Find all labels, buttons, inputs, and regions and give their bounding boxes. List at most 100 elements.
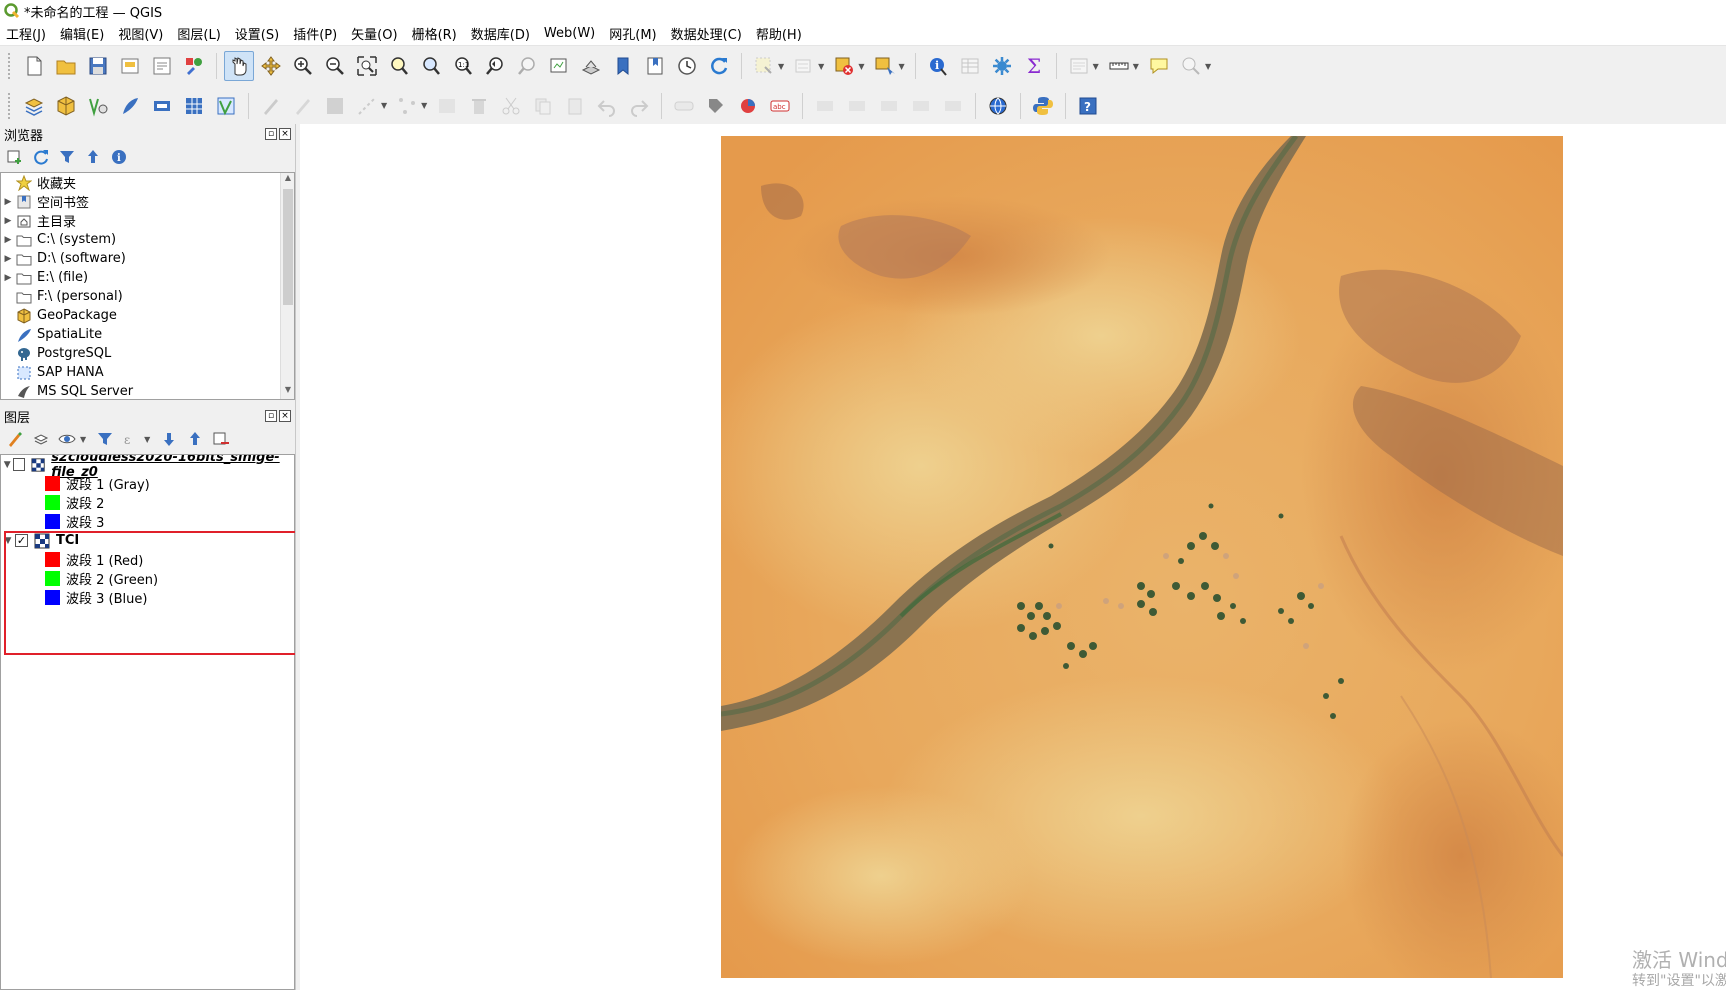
new-geopackage-layer-button[interactable] xyxy=(51,91,81,121)
browser-item-mssql[interactable]: MS SQL Server xyxy=(1,382,294,399)
label-toolbar-button[interactable] xyxy=(669,91,699,121)
open-attribute-table-button[interactable] xyxy=(955,51,985,81)
identify-features-button[interactable]: i xyxy=(923,51,953,81)
menu-layer[interactable]: 图层(L) xyxy=(177,24,220,43)
float-panel-button[interactable]: ▫ xyxy=(265,410,277,422)
expand-arrow-icon[interactable]: ▶ xyxy=(1,197,15,207)
expand-all-icon[interactable] xyxy=(158,428,180,450)
zoom-to-layer-button[interactable] xyxy=(416,51,446,81)
menu-vector[interactable]: 矢量(O) xyxy=(351,24,397,43)
zoom-out-button[interactable] xyxy=(320,51,350,81)
layer-labeling-options-button[interactable] xyxy=(701,91,731,121)
collapse-arrow-icon[interactable]: ▼ xyxy=(1,536,15,546)
browser-item-favorites[interactable]: 收藏夹 xyxy=(1,173,294,192)
change-label-button[interactable] xyxy=(938,91,968,121)
refresh-icon[interactable] xyxy=(30,146,52,168)
browser-scrollbar[interactable]: ▲ ▼ xyxy=(280,173,294,399)
layout-manager-button[interactable] xyxy=(147,51,177,81)
layer-visibility-checkbox[interactable] xyxy=(13,458,26,471)
add-vector-layer-button[interactable] xyxy=(211,91,241,121)
locator-search-button[interactable] xyxy=(1176,51,1206,81)
expand-arrow-icon[interactable]: ▶ xyxy=(1,235,15,245)
collapse-all-icon[interactable] xyxy=(184,428,206,450)
browser-item-postgresql[interactable]: PostgreSQL xyxy=(1,344,294,363)
expand-arrow-icon[interactable]: ▶ xyxy=(1,216,15,226)
new-shapefile-layer-button[interactable] xyxy=(83,91,113,121)
statistical-summary-button[interactable]: Σ xyxy=(1019,51,1049,81)
python-console-button[interactable] xyxy=(1028,91,1058,121)
browser-item-bookmarks[interactable]: ▶ 空间书签 xyxy=(1,192,294,211)
layer-visibility-checkbox[interactable]: ✓ xyxy=(15,534,28,547)
toolbar-grip[interactable] xyxy=(8,53,12,79)
refresh-button[interactable] xyxy=(704,51,734,81)
zoom-full-button[interactable] xyxy=(352,51,382,81)
select-location-button[interactable] xyxy=(869,51,899,81)
add-raster-layer-button[interactable] xyxy=(179,91,209,121)
layer-diagram-options-button[interactable] xyxy=(733,91,763,121)
select-by-value-button[interactable] xyxy=(789,51,819,81)
collapse-arrow-icon[interactable]: ▼ xyxy=(1,460,13,470)
pan-map-button[interactable] xyxy=(224,51,254,81)
save-edits-button[interactable] xyxy=(320,91,350,121)
layer-row-tci[interactable]: ▼ ✓ TCI xyxy=(1,531,294,550)
map-tips-button[interactable] xyxy=(1144,51,1174,81)
help-button[interactable]: ? xyxy=(1073,91,1103,121)
digitize-button[interactable] xyxy=(352,91,382,121)
menu-help[interactable]: 帮助(H) xyxy=(756,24,802,43)
menu-plugins[interactable]: 插件(P) xyxy=(293,24,337,43)
new-spatialite-layer-button[interactable] xyxy=(115,91,145,121)
pin-labels-button[interactable] xyxy=(810,91,840,121)
zoom-in-button[interactable] xyxy=(288,51,318,81)
menu-settings[interactable]: 设置(S) xyxy=(235,24,279,43)
zoom-next-button[interactable] xyxy=(512,51,542,81)
layer-styling-icon[interactable] xyxy=(4,428,26,450)
expand-arrow-icon[interactable]: ▶ xyxy=(1,254,15,264)
remove-layer-icon[interactable] xyxy=(210,428,232,450)
paste-features-button[interactable] xyxy=(560,91,590,121)
data-source-manager-button[interactable] xyxy=(19,91,49,121)
close-panel-button[interactable]: × xyxy=(279,128,291,140)
save-project-button[interactable] xyxy=(83,51,113,81)
copy-features-button[interactable] xyxy=(528,91,558,121)
zoom-last-button[interactable] xyxy=(480,51,510,81)
undo-button[interactable] xyxy=(592,91,622,121)
browser-item-d-drive[interactable]: ▶ D:\ (software) xyxy=(1,249,294,268)
map-canvas[interactable] xyxy=(300,124,1726,990)
highlight-pinned-labels-button[interactable]: abc xyxy=(765,91,795,121)
menu-view[interactable]: 视图(V) xyxy=(118,24,163,43)
move-label-button[interactable] xyxy=(874,91,904,121)
browser-item-c-drive[interactable]: ▶ C:\ (system) xyxy=(1,230,294,249)
collapse-all-icon[interactable] xyxy=(82,146,104,168)
expand-arrow-icon[interactable]: ▶ xyxy=(1,273,15,283)
close-panel-button[interactable]: × xyxy=(279,410,291,422)
zoom-to-selection-button[interactable] xyxy=(384,51,414,81)
current-edits-button[interactable] xyxy=(256,91,286,121)
show-bookmarks-button[interactable] xyxy=(640,51,670,81)
menu-project[interactable]: 工程(J) xyxy=(6,24,46,43)
browser-item-spatialite[interactable]: SpatiaLite xyxy=(1,325,294,344)
vertex-tool-button[interactable] xyxy=(392,91,422,121)
delete-selected-button[interactable] xyxy=(464,91,494,121)
menu-raster[interactable]: 栅格(R) xyxy=(412,24,457,43)
rotate-label-button[interactable] xyxy=(906,91,936,121)
menu-database[interactable]: 数据库(D) xyxy=(471,24,530,43)
new-map-view-button[interactable] xyxy=(544,51,574,81)
browser-item-home[interactable]: ▶ 主目录 xyxy=(1,211,294,230)
measure-line-button[interactable] xyxy=(1104,51,1134,81)
deselect-features-button[interactable] xyxy=(829,51,859,81)
layer-row-s2cloudless[interactable]: ▼ s2cloudless2020-16bits_sinlge-file_z0 xyxy=(1,455,294,480)
processing-toolbox-button[interactable] xyxy=(987,51,1017,81)
open-project-button[interactable] xyxy=(51,51,81,81)
menu-web[interactable]: Web(W) xyxy=(544,26,595,41)
scroll-up-icon[interactable]: ▲ xyxy=(281,173,294,187)
browser-item-f-drive[interactable]: F:\ (personal) xyxy=(1,287,294,306)
filter-by-expression-icon[interactable]: ε xyxy=(120,428,142,450)
filter-legend-icon[interactable] xyxy=(94,428,116,450)
pan-to-selection-button[interactable] xyxy=(256,51,286,81)
style-manager-button[interactable] xyxy=(179,51,209,81)
temporal-controller-button[interactable] xyxy=(672,51,702,81)
menu-edit[interactable]: 编辑(E) xyxy=(60,24,104,43)
menu-mesh[interactable]: 网孔(M) xyxy=(609,24,656,43)
show-map-tips-button[interactable] xyxy=(1064,51,1094,81)
menu-processing[interactable]: 数据处理(C) xyxy=(671,24,742,43)
